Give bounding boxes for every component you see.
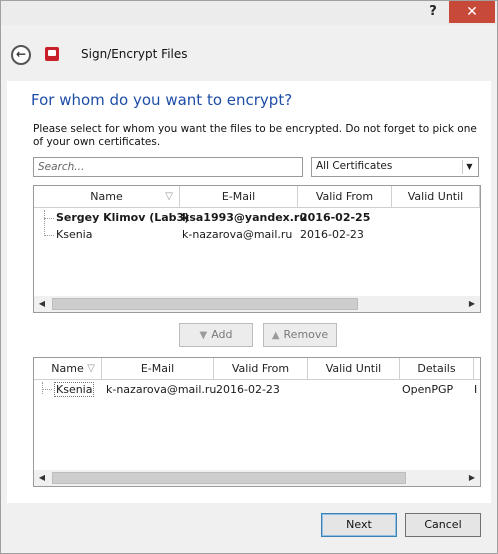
cell-name: Sergey Klimov (Lab3) [56, 211, 190, 224]
cell-email: k-nazarova@mail.ru [106, 383, 217, 396]
page-heading: For whom do you want to encrypt? [31, 91, 293, 109]
close-button[interactable]: ✕ [449, 1, 495, 23]
table-row[interactable]: Ksenia k-nazarova@mail.ru 2016-02-23 Ope… [34, 382, 480, 398]
column-header-valid-from[interactable]: Valid From [214, 358, 308, 380]
cell-valid-from: 2016-02-25 [300, 211, 371, 224]
arrow-up-icon: ▲ [271, 330, 280, 341]
table-header: Name ▽ E-Mail Valid From Valid Until Deta… [34, 358, 480, 380]
sort-icon: ▽ [165, 191, 173, 202]
help-button[interactable]: ? [419, 3, 447, 21]
column-header-valid-until[interactable]: Valid Until [392, 186, 480, 208]
app-icon [45, 47, 59, 61]
column-header-email[interactable]: E-Mail [180, 186, 298, 208]
table-header: Name ▽ E-Mail Valid From Valid Until [34, 186, 480, 208]
selected-recipients-table: Name ▽ E-Mail Valid From Valid Until Deta… [33, 357, 481, 487]
filter-selected-value: All Certificates [316, 160, 393, 172]
cell-extra: I [474, 383, 478, 396]
search-input[interactable] [33, 157, 303, 177]
scroll-left-icon[interactable]: ◀ [34, 296, 50, 312]
column-header-valid-until[interactable]: Valid Until [308, 358, 400, 380]
scroll-right-icon[interactable]: ▶ [464, 296, 480, 312]
column-header-name[interactable]: Name ▽ [34, 186, 180, 208]
wizard-title: Sign/Encrypt Files [81, 47, 188, 61]
dialog-footer: Next Cancel [1, 503, 497, 553]
cancel-button[interactable]: Cancel [405, 513, 481, 537]
column-header-valid-from[interactable]: Valid From [298, 186, 392, 208]
cell-valid-from: 2016-02-23 [216, 383, 280, 396]
title-bar: ? ✕ [1, 1, 497, 25]
chevron-down-icon[interactable]: ▼ [462, 160, 476, 174]
dialog-window: ? ✕ ← Sign/Encrypt Files For whom do you… [0, 0, 498, 554]
sort-icon: ▽ [87, 363, 95, 374]
horizontal-scrollbar[interactable]: ◀ ▶ [34, 296, 480, 312]
cell-name: Ksenia [56, 228, 93, 241]
column-header-email[interactable]: E-Mail [102, 358, 214, 380]
arrow-down-icon: ▼ [199, 330, 208, 341]
certificate-filter-select[interactable]: All Certificates ▼ [311, 157, 479, 177]
next-button[interactable]: Next [321, 513, 397, 537]
column-header-details[interactable]: Details [400, 358, 474, 380]
scroll-right-icon[interactable]: ▶ [464, 470, 480, 486]
page-description: Please select for whom you want the file… [33, 123, 477, 148]
cell-details: OpenPGP [402, 383, 454, 396]
remove-button[interactable]: ▲ Remove [263, 323, 337, 347]
cell-name: Ksenia [54, 382, 95, 397]
cell-email: ksa1993@yandex.ru [182, 211, 308, 224]
available-certificates-table: Name ▽ E-Mail Valid From Valid Until Serg… [33, 185, 481, 313]
cell-valid-from: 2016-02-23 [300, 228, 364, 241]
wizard-header: ← Sign/Encrypt Files [1, 25, 497, 81]
horizontal-scrollbar[interactable]: ◀ ▶ [34, 470, 480, 486]
content-panel: For whom do you want to encrypt? Please … [7, 81, 491, 503]
scrollbar-thumb[interactable] [52, 298, 358, 310]
scroll-left-icon[interactable]: ◀ [34, 470, 50, 486]
table-row[interactable]: Sergey Klimov (Lab3) ksa1993@yandex.ru 2… [34, 210, 480, 226]
scrollbar-thumb[interactable] [52, 472, 406, 484]
add-button[interactable]: ▼ Add [179, 323, 253, 347]
back-arrow-icon[interactable]: ← [11, 45, 31, 65]
cell-email: k-nazarova@mail.ru [182, 228, 293, 241]
table-row[interactable]: Ksenia k-nazarova@mail.ru 2016-02-23 [34, 227, 480, 243]
column-header-name[interactable]: Name ▽ [34, 358, 102, 380]
